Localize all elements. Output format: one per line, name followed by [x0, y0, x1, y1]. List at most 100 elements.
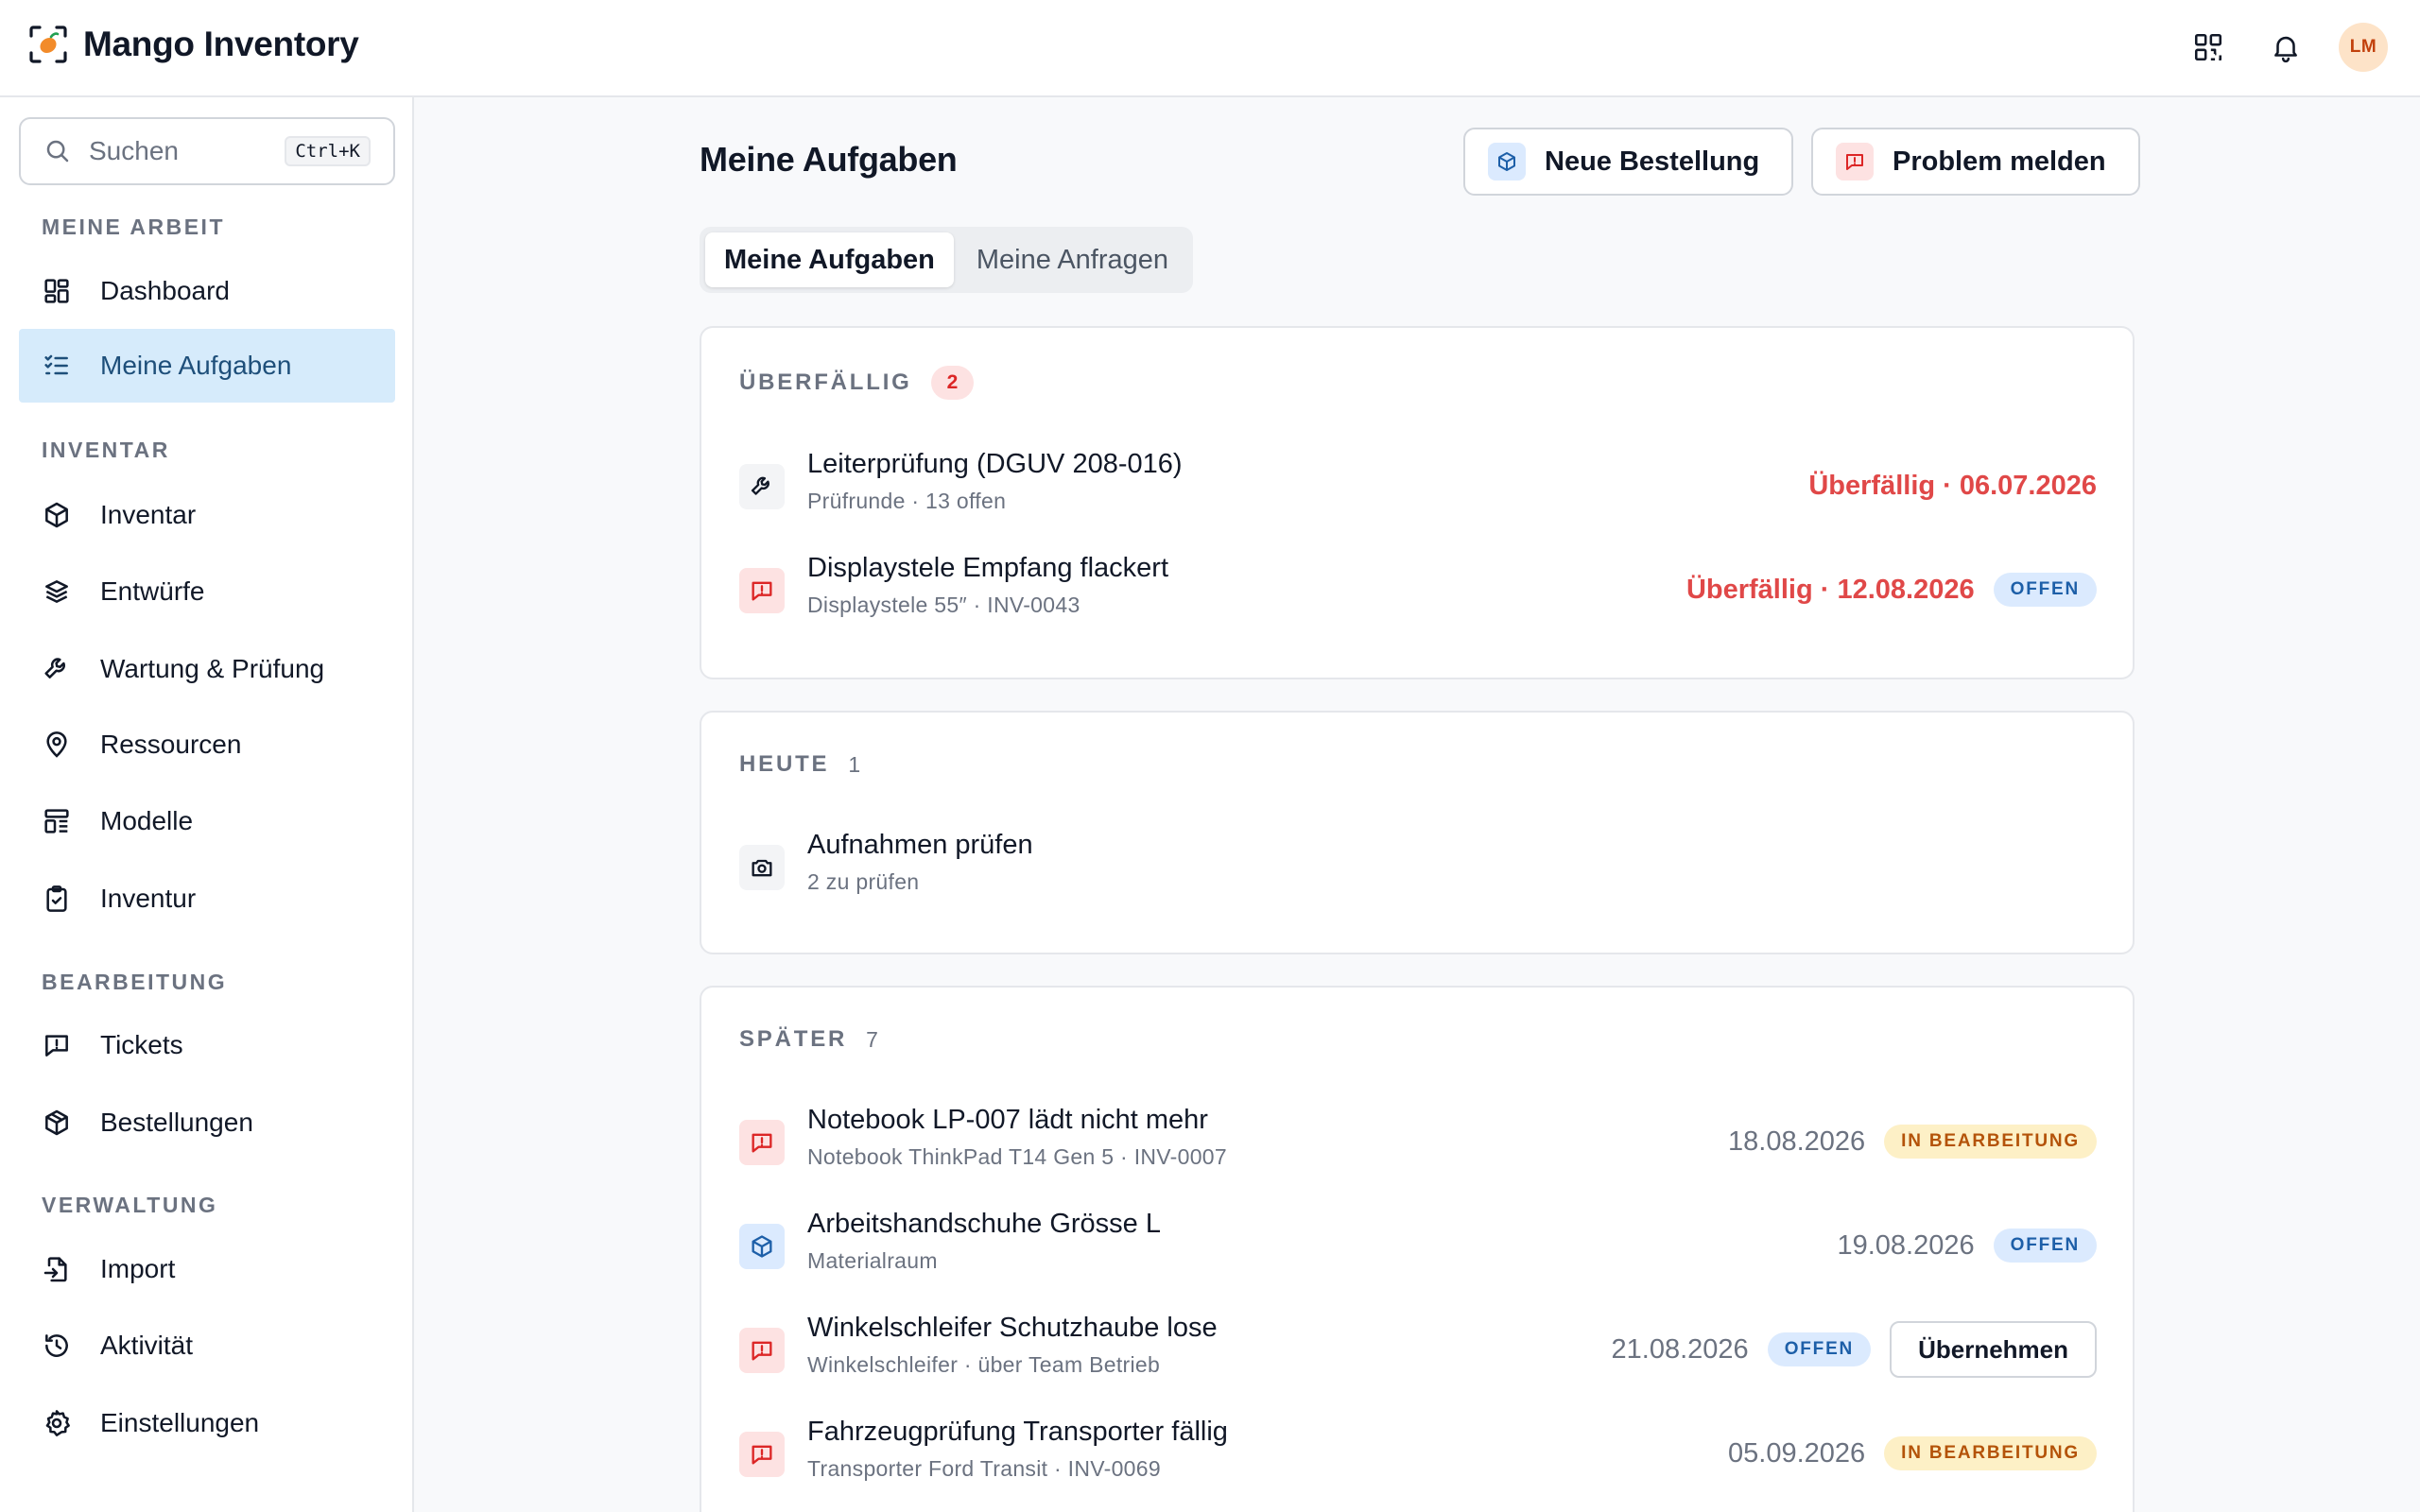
task-subtitle: Notebook ThinkPad T14 Gen 5 · INV-0007: [807, 1144, 1227, 1169]
task-row[interactable]: Displaystele Empfang flackert Displayste…: [739, 547, 2097, 632]
take-over-button[interactable]: Übernehmen: [1890, 1321, 2097, 1378]
sidebar-item-label: Meine Aufgaben: [100, 351, 292, 380]
sidebar-item-import[interactable]: Import: [19, 1232, 395, 1306]
page-title: Meine Aufgaben: [700, 140, 958, 179]
message-alert-icon: [1836, 143, 1874, 180]
map-pin-icon: [42, 730, 72, 760]
task-row[interactable]: Aufnahmen prüfen 2 zu prüfen: [739, 824, 2097, 909]
section-label-bearbeitung: BEARBEITUNG: [42, 970, 228, 994]
section-label-meine-arbeit: MEINE ARBEIT: [42, 215, 225, 239]
sidebar-item-einstellungen[interactable]: Einstellungen: [19, 1386, 395, 1460]
section-label-verwaltung: VERWALTUNG: [42, 1193, 218, 1217]
sidebar-item-label: Bestellungen: [100, 1108, 253, 1137]
file-import-icon: [42, 1254, 72, 1284]
dashboard-icon: [42, 276, 72, 306]
group-count-badge: 2: [930, 366, 975, 400]
sidebar-item-dashboard[interactable]: Dashboard: [19, 254, 395, 328]
sidebar-item-label: Modelle: [100, 806, 194, 835]
group-title: HEUTE: [739, 751, 830, 777]
status-badge: OFFEN: [1767, 1332, 1872, 1366]
qr-scan-button[interactable]: [2184, 23, 2233, 72]
package-icon: [42, 1108, 72, 1138]
top-bar: Mango Inventory LM: [0, 0, 2420, 97]
message-alert-icon: [739, 1120, 785, 1165]
bell-icon: [2270, 31, 2302, 63]
sidebar-item-label: Aktivität: [100, 1331, 194, 1360]
package-icon: [1488, 143, 1526, 180]
sidebar-item-inventur[interactable]: Inventur: [19, 862, 395, 936]
tab-bar: Meine Aufgaben Meine Anfragen: [700, 227, 1194, 293]
sidebar-item-label: Inventur: [100, 884, 197, 913]
task-title: Aufnahmen prüfen: [807, 830, 1033, 860]
status-badge: IN BEARBEITUNG: [1884, 1125, 2097, 1159]
group-overdue: ÜBERFÄLLIG 2 Leiterprüfung (DGUV 208-016…: [700, 326, 2135, 679]
search-input[interactable]: Suchen Ctrl+K: [19, 117, 395, 185]
wrench-icon: [739, 464, 785, 509]
sidebar-item-label: Ressourcen: [100, 730, 242, 759]
sidebar-item-inventar[interactable]: Inventar: [19, 478, 395, 552]
message-alert-icon: [739, 568, 785, 613]
task-title: Leiterprüfung (DGUV 208-016): [807, 449, 1183, 479]
wrench-icon: [42, 654, 72, 684]
sidebar: Suchen Ctrl+K MEINE ARBEIT Dashboard Mei…: [0, 97, 414, 1512]
task-subtitle: Materialraum: [807, 1248, 938, 1273]
status-badge: OFFEN: [1993, 573, 2097, 607]
status-badge: IN BEARBEITUNG: [1884, 1436, 2097, 1470]
task-title: Notebook LP-007 lädt nicht mehr: [807, 1105, 1208, 1135]
sidebar-item-aktivitaet[interactable]: Aktivität: [19, 1309, 395, 1383]
group-title: SPÄTER: [739, 1026, 848, 1052]
tasks-icon: [42, 351, 72, 381]
task-subtitle: Transporter Ford Transit · INV-0069: [807, 1456, 1161, 1481]
brand-logo-icon: [28, 25, 68, 64]
sidebar-item-ressourcen[interactable]: Ressourcen: [19, 708, 395, 782]
task-row[interactable]: Fahrzeugprüfung Transporter fällig Trans…: [739, 1411, 2097, 1496]
sidebar-item-entwuerfe[interactable]: Entwürfe: [19, 555, 395, 628]
qr-code-icon: [2192, 31, 2224, 63]
avatar[interactable]: LM: [2339, 23, 2388, 72]
sidebar-item-meine-aufgaben[interactable]: Meine Aufgaben: [19, 329, 395, 403]
clipboard-check-icon: [42, 884, 72, 914]
new-order-button[interactable]: Neue Bestellung: [1463, 128, 1794, 196]
sidebar-item-label: Entwürfe: [100, 576, 205, 606]
task-row[interactable]: Leiterprüfung (DGUV 208-016) Prüfrunde ·…: [739, 443, 2097, 528]
search-icon: [43, 137, 72, 165]
message-alert-icon: [739, 1432, 785, 1477]
due-date: 05.09.2026: [1728, 1437, 1866, 1469]
due-date: 19.08.2026: [1837, 1229, 1975, 1261]
brand[interactable]: Mango Inventory: [28, 25, 359, 64]
group-later: SPÄTER 7 Notebook LP-007 lädt nicht mehr…: [700, 986, 2135, 1512]
tab-meine-anfragen[interactable]: Meine Anfragen: [958, 232, 1187, 287]
due-date: Überfällig · 06.07.2026: [1808, 470, 2097, 501]
due-date: 21.08.2026: [1611, 1333, 1749, 1365]
notifications-button[interactable]: [2261, 23, 2310, 72]
sidebar-item-label: Einstellungen: [100, 1408, 260, 1437]
camera-icon: [739, 845, 785, 890]
sidebar-item-modelle[interactable]: Modelle: [19, 784, 395, 858]
sidebar-item-label: Inventar: [100, 500, 197, 529]
message-alert-icon: [739, 1328, 785, 1373]
shortcut-hint: Ctrl+K: [285, 136, 371, 166]
task-row[interactable]: Notebook LP-007 lädt nicht mehr Notebook…: [739, 1099, 2097, 1184]
group-title: ÜBERFÄLLIG: [739, 369, 912, 395]
group-count: 7: [866, 1026, 878, 1052]
report-problem-button[interactable]: Problem melden: [1811, 128, 2140, 196]
sidebar-item-label: Tickets: [100, 1030, 183, 1059]
sidebar-item-label: Dashboard: [100, 276, 230, 305]
tab-meine-aufgaben[interactable]: Meine Aufgaben: [705, 232, 954, 287]
task-subtitle: Winkelschleifer · über Team Betrieb: [807, 1352, 1161, 1377]
task-row[interactable]: Winkelschleifer Schutzhaube lose Winkels…: [739, 1307, 2097, 1392]
sidebar-item-tickets[interactable]: Tickets: [19, 1008, 395, 1082]
box-icon: [42, 500, 72, 530]
status-badge: OFFEN: [1993, 1228, 2097, 1263]
section-label-inventar: INVENTAR: [42, 438, 170, 462]
group-count: 1: [848, 751, 861, 777]
task-subtitle: Prüfrunde · 13 offen: [807, 489, 1007, 513]
sidebar-item-wartung-pruefung[interactable]: Wartung & Prüfung: [19, 632, 395, 706]
sidebar-item-bestellungen[interactable]: Bestellungen: [19, 1086, 395, 1160]
history-icon: [42, 1331, 72, 1361]
task-row[interactable]: Arbeitshandschuhe Grösse L Materialraum …: [739, 1203, 2097, 1288]
due-date: 18.08.2026: [1728, 1125, 1866, 1157]
package-icon: [739, 1224, 785, 1269]
sidebar-item-label: Wartung & Prüfung: [100, 654, 325, 683]
task-title: Arbeitshandschuhe Grösse L: [807, 1209, 1161, 1239]
